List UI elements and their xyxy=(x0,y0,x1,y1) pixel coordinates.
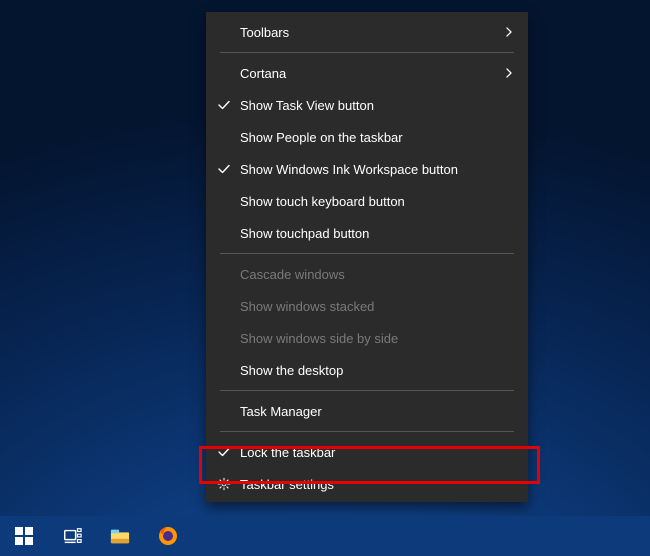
menu-item-label: Show the desktop xyxy=(240,363,500,378)
menu-item-label: Cascade windows xyxy=(240,267,500,282)
menu-item-toolbars[interactable]: Toolbars xyxy=(208,16,526,48)
firefox-button[interactable] xyxy=(144,516,192,556)
menu-item-label: Show People on the taskbar xyxy=(240,130,500,145)
menu-item-show-desktop[interactable]: Show the desktop xyxy=(208,354,526,386)
chevron-right-icon xyxy=(500,27,518,37)
check-icon xyxy=(208,98,240,112)
menu-item-stacked: Show windows stacked xyxy=(208,290,526,322)
file-explorer-button[interactable] xyxy=(96,516,144,556)
menu-item-cascade: Cascade windows xyxy=(208,258,526,290)
menu-separator xyxy=(220,52,514,53)
menu-item-label: Show windows stacked xyxy=(240,299,500,314)
menu-item-cortana[interactable]: Cortana xyxy=(208,57,526,89)
menu-item-label: Toolbars xyxy=(240,25,500,40)
menu-item-show-people[interactable]: Show People on the taskbar xyxy=(208,121,526,153)
taskbar xyxy=(0,516,650,556)
menu-item-show-task-view[interactable]: Show Task View button xyxy=(208,89,526,121)
menu-item-label: Show Windows Ink Workspace button xyxy=(240,162,500,177)
menu-item-show-ink[interactable]: Show Windows Ink Workspace button xyxy=(208,153,526,185)
menu-item-label: Taskbar settings xyxy=(240,477,500,492)
menu-item-label: Show touchpad button xyxy=(240,226,500,241)
menu-item-label: Show windows side by side xyxy=(240,331,500,346)
task-view-button[interactable] xyxy=(48,516,96,556)
menu-item-lock-taskbar[interactable]: Lock the taskbar xyxy=(208,436,526,468)
menu-separator xyxy=(220,253,514,254)
taskbar-context-menu: Toolbars Cortana Show Task View button S… xyxy=(206,12,528,502)
menu-separator xyxy=(220,431,514,432)
check-icon xyxy=(208,162,240,176)
menu-item-label: Cortana xyxy=(240,66,500,81)
menu-item-label: Lock the taskbar xyxy=(240,445,500,460)
menu-item-label: Show Task View button xyxy=(240,98,500,113)
menu-item-show-touch-kb[interactable]: Show touch keyboard button xyxy=(208,185,526,217)
menu-separator xyxy=(220,390,514,391)
menu-item-label: Show touch keyboard button xyxy=(240,194,500,209)
menu-item-show-touchpad[interactable]: Show touchpad button xyxy=(208,217,526,249)
menu-item-label: Task Manager xyxy=(240,404,500,419)
chevron-right-icon xyxy=(500,68,518,78)
menu-item-taskbar-settings[interactable]: Taskbar settings xyxy=(208,468,526,500)
gear-icon xyxy=(208,477,240,491)
start-button[interactable] xyxy=(0,516,48,556)
check-icon xyxy=(208,445,240,459)
menu-item-task-manager[interactable]: Task Manager xyxy=(208,395,526,427)
menu-item-side-by-side: Show windows side by side xyxy=(208,322,526,354)
